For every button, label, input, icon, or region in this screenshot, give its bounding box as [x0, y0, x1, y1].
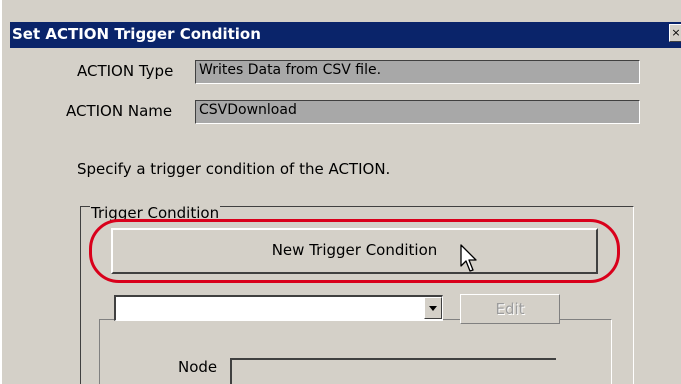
mouse-pointer-icon [460, 244, 477, 272]
highlight-ring [89, 219, 620, 283]
title-bar[interactable]: Set ACTION Trigger Condition × [10, 22, 681, 48]
chevron-down-icon[interactable] [424, 297, 442, 319]
instruction-text: Specify a trigger condition of the ACTIO… [77, 160, 391, 178]
close-icon: × [671, 26, 681, 39]
action-type-field: Writes Data from CSV file. [195, 60, 640, 84]
node-field[interactable] [230, 358, 556, 384]
trigger-condition-combo[interactable] [114, 295, 443, 321]
window-title: Set ACTION Trigger Condition [12, 25, 261, 43]
action-type-label: ACTION Type [77, 62, 174, 80]
action-name-field: CSVDownload [195, 100, 640, 124]
action-name-label: ACTION Name [66, 102, 173, 120]
node-label: Node [178, 358, 218, 376]
close-button[interactable]: × [669, 24, 681, 42]
edit-button[interactable]: Edit [460, 294, 560, 324]
